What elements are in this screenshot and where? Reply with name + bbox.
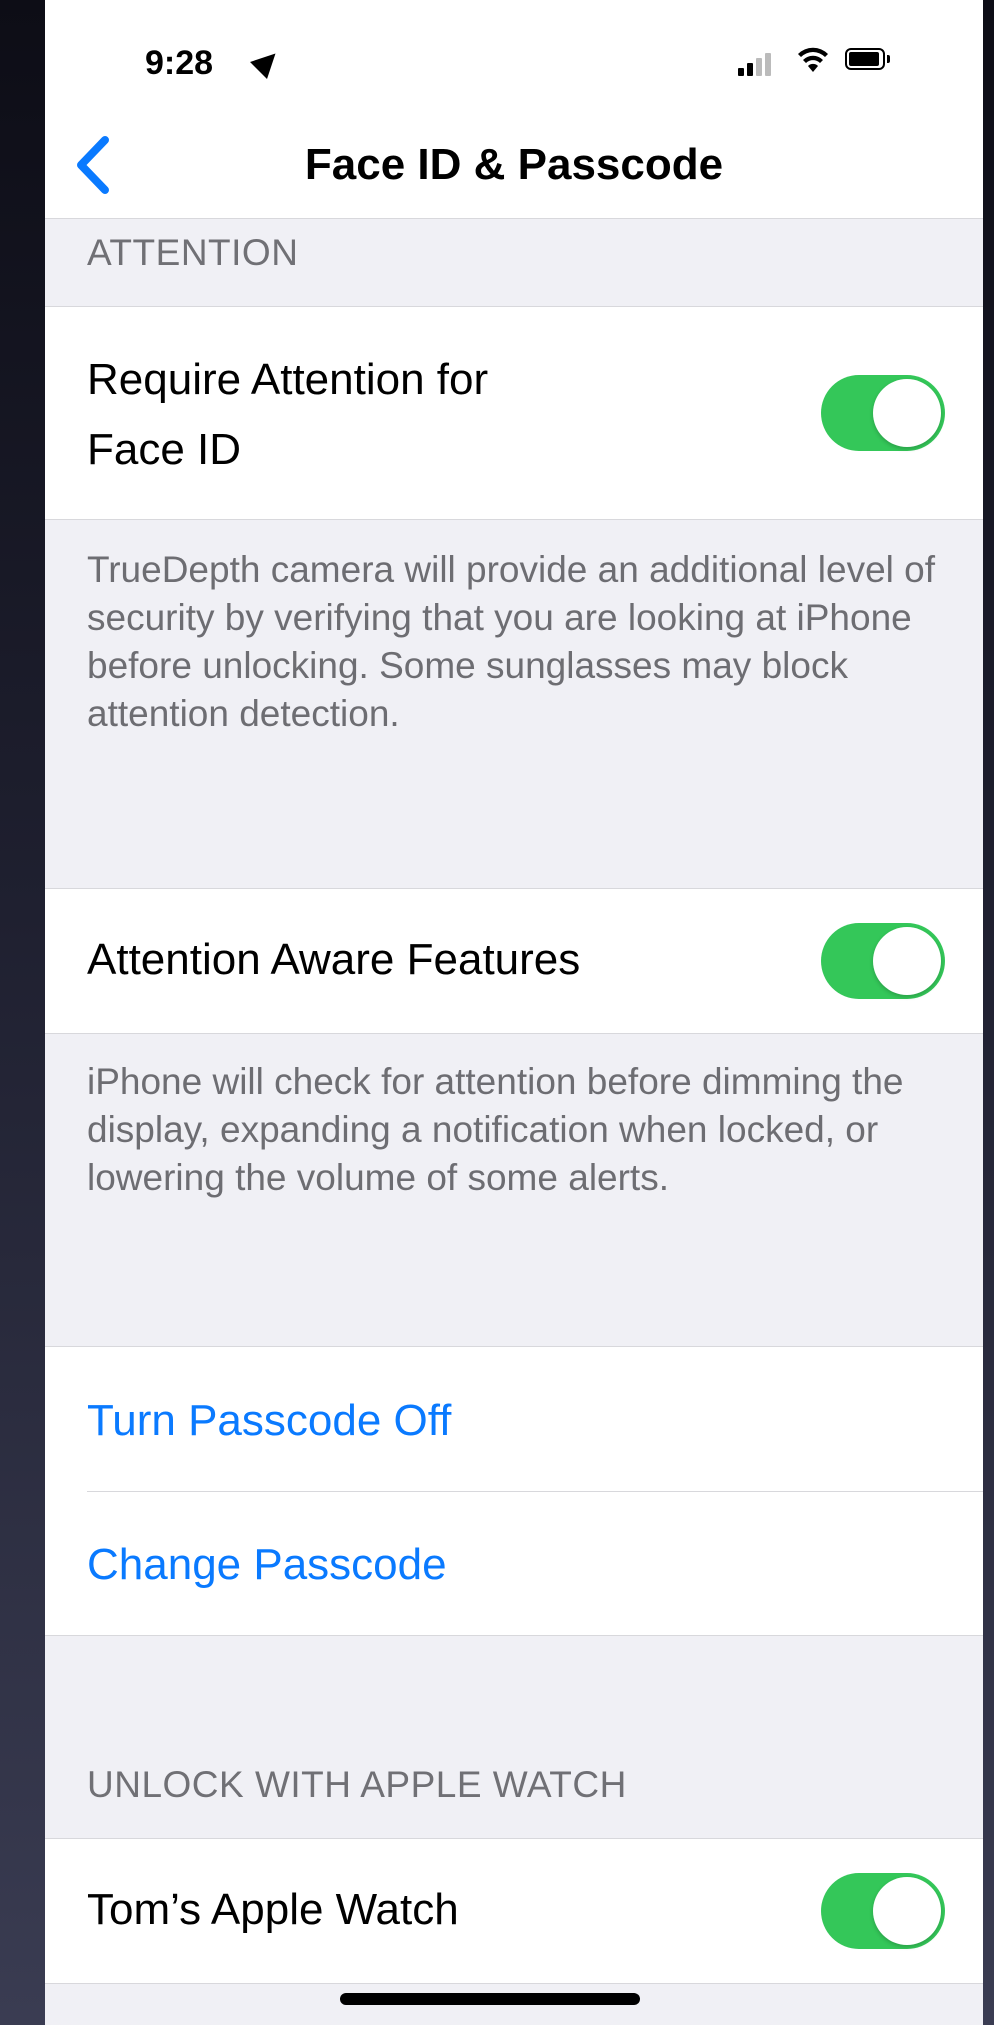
attention-aware-footer: iPhone will check for attention before d… [87,1061,904,1198]
battery-icon [845,48,891,72]
apple-watch-toggle[interactable] [821,1873,945,1949]
phone-screen: 9:28 Face ID & Passcode ATTENTION Requir… [45,0,983,2025]
require-attention-footer: TrueDepth camera will provide an additio… [87,549,936,734]
change-passcode-button[interactable]: Change Passcode [87,1536,447,1594]
passcode-group: Turn Passcode Off Change Passcode [45,1346,983,1636]
apple-watch-row: Tom’s Apple Watch [45,1838,983,1984]
home-indicator[interactable] [340,1993,640,2005]
require-attention-label-line2: Face ID [87,425,242,474]
turn-passcode-off-button[interactable]: Turn Passcode Off [87,1392,451,1450]
cellular-signal-icon [738,52,772,76]
attention-aware-toggle[interactable] [821,923,945,999]
apple-watch-label: Tom’s Apple Watch [87,1885,459,1934]
attention-aware-row: Attention Aware Features [45,888,983,1034]
require-attention-toggle[interactable] [821,375,945,451]
section-header-attention: ATTENTION [87,232,299,273]
page-title: Face ID & Passcode [304,140,724,189]
attention-aware-label: Attention Aware Features [87,935,581,984]
require-attention-label-line1: Require Attention for [87,355,489,404]
navigation-bar: Face ID & Passcode [45,112,983,219]
require-attention-row: Require Attention for Face ID [45,306,983,520]
divider [87,1491,983,1492]
status-time: 9:28 [145,44,214,82]
wifi-icon [798,47,828,72]
status-bar: 9:28 [45,0,983,112]
location-arrow-icon [250,45,284,79]
section-header-apple-watch: UNLOCK WITH APPLE WATCH [87,1764,627,1805]
